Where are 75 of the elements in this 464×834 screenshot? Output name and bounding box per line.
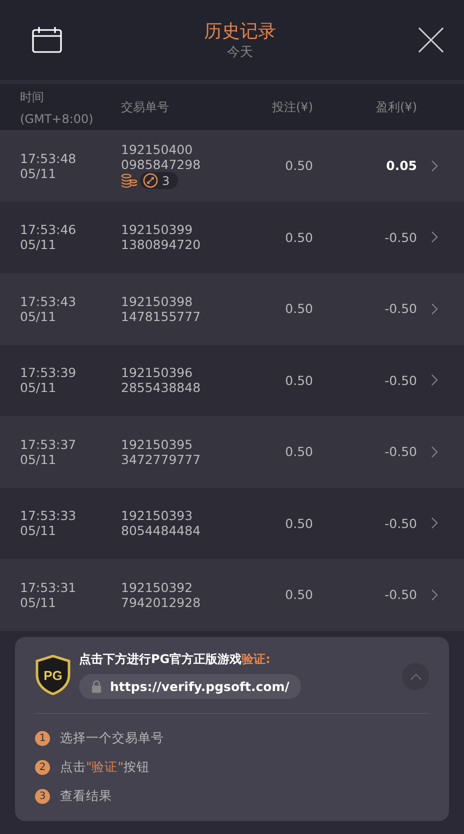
lock-icon bbox=[91, 680, 102, 693]
transaction-id: 7942012928 bbox=[121, 594, 202, 610]
date-text: 05/11 bbox=[20, 237, 58, 252]
history-row[interactable]: 17:53:43 05/11 192150398 1478155777 0.50 -0.50 bbox=[0, 273, 464, 344]
date-text: 05/11 bbox=[20, 452, 58, 467]
transaction-id: 192150393 bbox=[121, 508, 194, 524]
step-number: 2 bbox=[35, 760, 50, 775]
time-text: 17:53:39 bbox=[20, 365, 78, 380]
profit-amount: -0.50 bbox=[384, 516, 417, 531]
step-text: 查看结果 bbox=[60, 788, 112, 805]
chevron-right-icon bbox=[431, 160, 438, 172]
bet-amount: 0.50 bbox=[285, 372, 313, 388]
profit-amount: 0.05 bbox=[386, 158, 417, 174]
profit-amount: -0.50 bbox=[384, 372, 417, 388]
bet-amount: 0.50 bbox=[285, 516, 313, 531]
transaction-id: 192150399 bbox=[121, 222, 194, 238]
chevron-up-icon bbox=[410, 672, 422, 680]
transaction-id: 1478155777 bbox=[121, 308, 202, 324]
step-text: 选择一个交易单号 bbox=[60, 730, 164, 747]
chevron-right-icon bbox=[431, 302, 438, 315]
transaction-id: 3472779777 bbox=[121, 452, 202, 467]
history-row[interactable]: 17:53:48 05/11 192150400 0985847298 3 0.50 0.05 bbox=[0, 130, 464, 202]
chevron-right-icon bbox=[431, 231, 438, 244]
step-text: 点击"验证"按钮 bbox=[60, 759, 150, 776]
column-header: 交易单号 bbox=[121, 98, 170, 116]
transaction-id: 1380894720 bbox=[121, 237, 202, 252]
time-text: 17:53:43 bbox=[20, 294, 78, 309]
time-text: 17:53:31 bbox=[20, 580, 78, 595]
bet-amount: 0.50 bbox=[285, 587, 313, 602]
step-number: 3 bbox=[35, 789, 50, 804]
column-header: 盈利(¥) bbox=[376, 98, 417, 116]
column-header: 时间 bbox=[20, 88, 45, 106]
bet-amount: 0.50 bbox=[285, 230, 313, 245]
bet-amount: 0.50 bbox=[285, 158, 313, 174]
transaction-id: 192150398 bbox=[121, 294, 194, 309]
date-text: 05/11 bbox=[20, 380, 58, 396]
transaction-id: 2855438848 bbox=[121, 380, 202, 396]
profit-amount: -0.50 bbox=[384, 587, 417, 602]
transaction-id: 192150395 bbox=[121, 436, 194, 452]
chevron-right-icon bbox=[431, 374, 438, 386]
column-header: 投注(¥) bbox=[272, 98, 313, 116]
transaction-id: 0985847298 bbox=[121, 157, 202, 172]
bet-amount: 0.50 bbox=[285, 444, 313, 460]
transaction-id: 8054484484 bbox=[121, 523, 202, 538]
date-text: 05/11 bbox=[20, 166, 58, 181]
profit-amount: -0.50 bbox=[384, 301, 417, 316]
date-text: 05/11 bbox=[20, 594, 58, 610]
profit-amount: -0.50 bbox=[384, 230, 417, 245]
profit-amount: -0.50 bbox=[384, 444, 417, 460]
page-subtitle: 今天 bbox=[227, 44, 253, 61]
history-row[interactable]: 17:53:37 05/11 192150395 3472779777 0.50 -0.50 bbox=[0, 416, 464, 488]
verify-prompt: 点击下方进行PG官方正版游戏验证: bbox=[79, 651, 272, 668]
transaction-id: 192150396 bbox=[121, 365, 194, 380]
history-row[interactable]: 17:53:31 05/11 192150392 7942012928 0.50 -0.50 bbox=[0, 559, 464, 630]
close-icon[interactable] bbox=[418, 27, 444, 53]
free-spin-badge: 3 bbox=[140, 172, 178, 190]
date-text: 05/11 bbox=[20, 523, 58, 538]
chevron-right-icon bbox=[431, 588, 438, 601]
url-link[interactable]: https://verify.pgsoft.com/ bbox=[79, 674, 302, 699]
calendar-icon[interactable] bbox=[32, 27, 62, 53]
shield-logo: PG bbox=[35, 655, 71, 695]
time-text: 17:53:46 bbox=[20, 222, 78, 238]
transaction-id: 192150392 bbox=[121, 580, 194, 595]
time-text: 17:53:37 bbox=[20, 436, 78, 452]
time-text: 17:53:33 bbox=[20, 508, 78, 524]
time-text: 17:53:48 bbox=[20, 150, 78, 166]
column-header-note: (GMT+8:00) bbox=[20, 112, 94, 126]
coins-icon bbox=[121, 173, 137, 188]
chevron-right-icon bbox=[431, 517, 438, 530]
step-number: 1 bbox=[35, 731, 50, 746]
chevron-right-icon bbox=[431, 446, 438, 458]
transaction-id: 192150400 bbox=[121, 142, 194, 158]
date-text: 05/11 bbox=[20, 308, 58, 324]
page-title: 历史记录 bbox=[204, 20, 276, 43]
bet-amount: 0.50 bbox=[285, 301, 313, 316]
